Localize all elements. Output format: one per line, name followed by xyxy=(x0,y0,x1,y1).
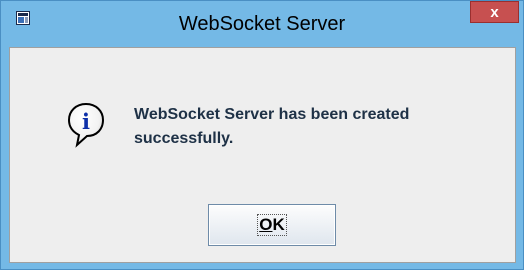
close-icon: x xyxy=(490,4,499,21)
svg-text:x: x xyxy=(490,4,499,21)
ok-label-rest: K xyxy=(272,215,285,234)
ok-button-label: OK xyxy=(257,214,287,236)
information-icon: i xyxy=(67,102,105,148)
window-title: WebSocket Server xyxy=(178,13,346,35)
title-bar[interactable]: WebSocket Server x xyxy=(1,1,523,47)
close-button[interactable]: x xyxy=(470,1,519,23)
dialog-message: WebSocket Server has been created succes… xyxy=(134,106,410,147)
ok-button[interactable]: OK xyxy=(208,204,336,246)
dialog-content: i WebSocket Server has been created succ… xyxy=(9,47,516,263)
dialog-window: WebSocket Server x i WebSocket Server ha… xyxy=(0,0,524,270)
svg-text:i: i xyxy=(82,109,90,134)
ok-mnemonic: O xyxy=(259,215,273,234)
